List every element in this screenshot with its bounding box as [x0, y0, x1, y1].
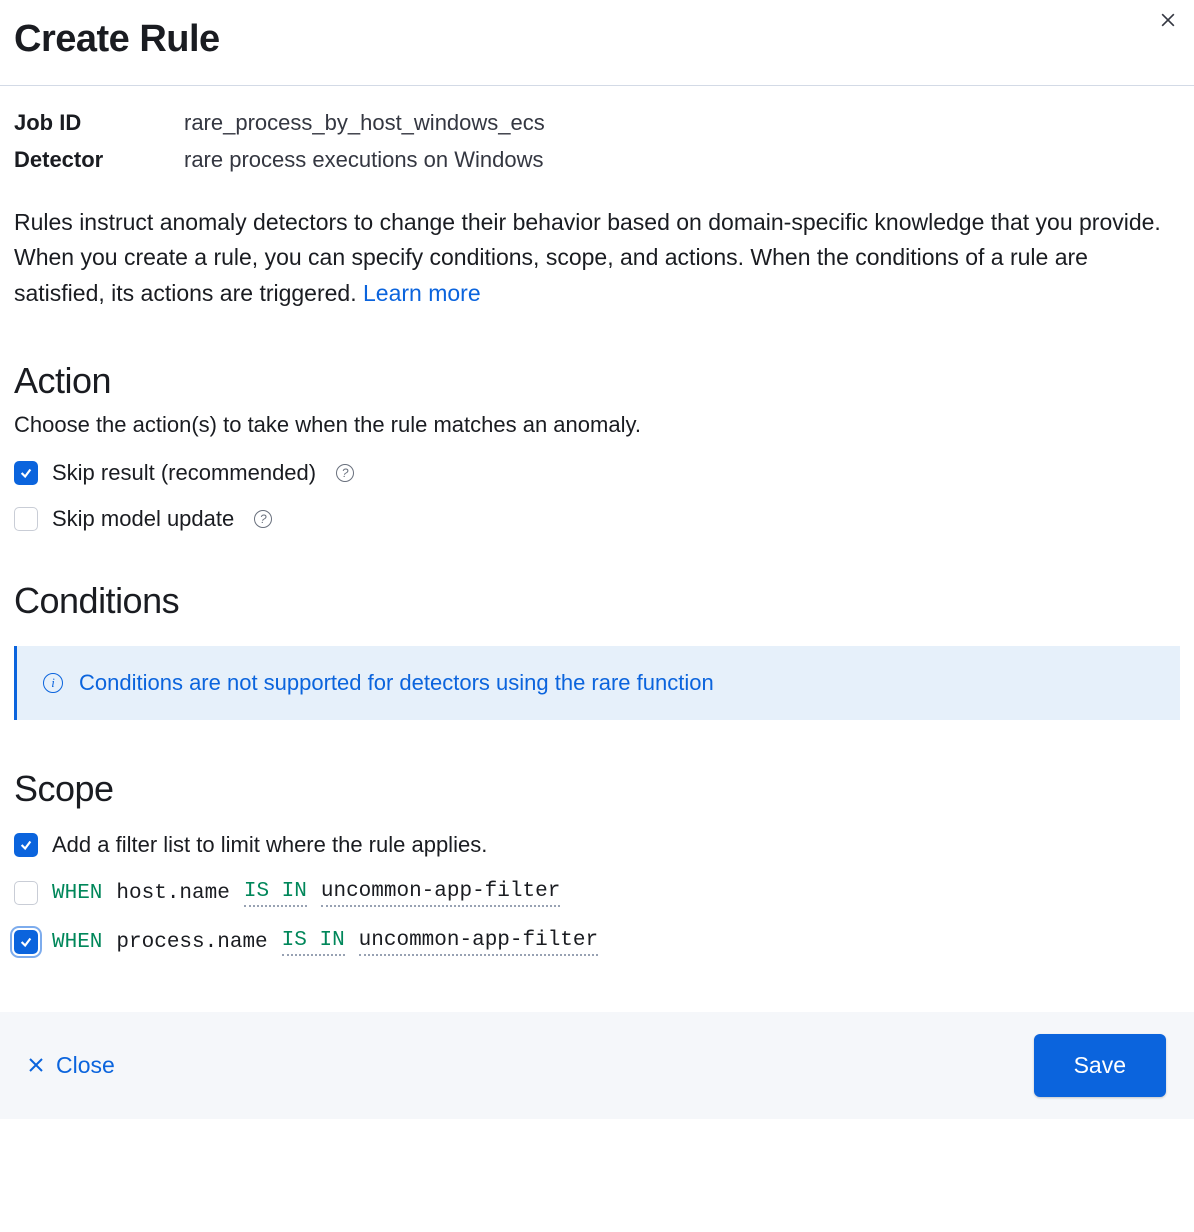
skip-result-row: Skip result (recommended) ? [14, 460, 1180, 486]
job-id-label: Job ID [14, 104, 184, 141]
conditions-callout: i Conditions are not supported for detec… [14, 646, 1180, 720]
skip-result-label: Skip result (recommended) [52, 460, 316, 486]
create-rule-dialog: Create Rule Job ID rare_process_by_host_… [0, 0, 1194, 1119]
dialog-title: Create Rule [14, 18, 1180, 61]
scope-rows: WHEN host.name IS IN uncommon-app-filter… [14, 880, 1180, 956]
intro-body: Rules instruct anomaly detectors to chan… [14, 209, 1161, 306]
when-keyword: WHEN [52, 931, 102, 954]
conditions-callout-text: Conditions are not supported for detecto… [79, 670, 714, 696]
help-icon[interactable]: ? [336, 464, 354, 482]
when-keyword: WHEN [52, 882, 102, 905]
scope-row-host: WHEN host.name IS IN uncommon-app-filter [14, 880, 1180, 907]
conditions-heading: Conditions [14, 580, 1180, 622]
scope-process-checkbox[interactable] [14, 930, 38, 954]
scope-filter-select[interactable]: uncommon-app-filter [321, 880, 560, 907]
scope-op-select[interactable]: IS IN [282, 929, 345, 956]
scope-op-select[interactable]: IS IN [244, 880, 307, 907]
scope-add-filter-checkbox[interactable] [14, 833, 38, 857]
scope-field: host.name [116, 882, 229, 905]
scope-host-checkbox[interactable] [14, 881, 38, 905]
info-icon: i [43, 673, 63, 693]
skip-model-label: Skip model update [52, 506, 234, 532]
close-icon[interactable] [1154, 6, 1182, 39]
close-label: Close [56, 1052, 115, 1079]
dialog-header: Create Rule [0, 0, 1194, 86]
skip-model-row: Skip model update ? [14, 506, 1180, 532]
scope-filter-select[interactable]: uncommon-app-filter [359, 929, 598, 956]
scope-add-filter-label: Add a filter list to limit where the rul… [52, 832, 487, 858]
action-subheading: Choose the action(s) to take when the ru… [14, 412, 1180, 438]
meta-job-id: Job ID rare_process_by_host_windows_ecs [14, 104, 1180, 141]
skip-result-checkbox[interactable] [14, 461, 38, 485]
meta-detector: Detector rare process executions on Wind… [14, 141, 1180, 178]
detector-value: rare process executions on Windows [184, 141, 544, 178]
scope-row-process: WHEN process.name IS IN uncommon-app-fil… [14, 929, 1180, 956]
learn-more-link[interactable]: Learn more [363, 280, 481, 306]
detector-label: Detector [14, 141, 184, 178]
skip-model-checkbox[interactable] [14, 507, 38, 531]
dialog-content: Job ID rare_process_by_host_windows_ecs … [0, 86, 1194, 956]
action-heading: Action [14, 360, 1180, 402]
dialog-footer: Close Save [0, 1012, 1194, 1119]
save-button[interactable]: Save [1034, 1034, 1166, 1097]
close-button[interactable]: Close [28, 1052, 115, 1079]
help-icon[interactable]: ? [254, 510, 272, 528]
intro-text: Rules instruct anomaly detectors to chan… [14, 205, 1180, 312]
scope-field: process.name [116, 931, 267, 954]
scope-heading: Scope [14, 768, 1180, 810]
scope-add-filter-row: Add a filter list to limit where the rul… [14, 832, 1180, 858]
job-id-value: rare_process_by_host_windows_ecs [184, 104, 545, 141]
